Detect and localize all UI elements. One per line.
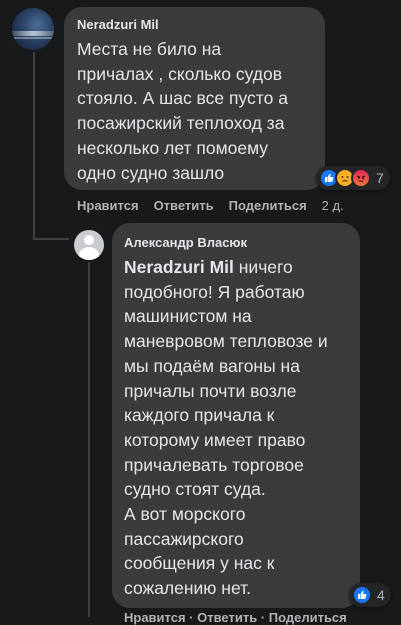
timestamp[interactable]: 2 д. — [322, 198, 344, 213]
thread-line-reply — [88, 262, 90, 617]
like-icon — [352, 585, 372, 605]
reply-actions[interactable]: Нравится · Ответить · Поделиться — [124, 610, 347, 625]
default-avatar-icon — [84, 235, 94, 245]
reaction-count: 4 — [377, 587, 385, 603]
reaction-count: 7 — [376, 170, 384, 186]
like-button[interactable]: Нравится — [77, 198, 139, 213]
comment-text: Места не било на причалах , сколько судо… — [77, 39, 288, 183]
reply-body: ничего подобного! Я работаю машинистом н… — [124, 257, 328, 599]
avatar-image — [12, 31, 54, 36]
reply-button[interactable]: Ответить — [154, 198, 214, 213]
thread-line-vertical — [33, 52, 35, 240]
comment-author[interactable]: Neradzuri Mil — [77, 17, 313, 33]
avatar[interactable] — [74, 230, 104, 260]
reply-text: Neradzuri Mil ничего подобного! Я работа… — [124, 255, 348, 601]
share-button[interactable]: Поделиться — [229, 198, 307, 213]
avatar[interactable] — [12, 8, 54, 50]
reaction-summary[interactable]: 7 — [316, 166, 390, 190]
reply-bubble: Александр Власюк Neradzuri Mil ничего по… — [112, 223, 360, 608]
mention-link[interactable]: Neradzuri Mil — [124, 257, 234, 277]
reply-author[interactable]: Александр Власюк — [124, 235, 348, 251]
angry-icon — [351, 168, 371, 188]
reaction-summary[interactable]: 4 — [349, 583, 391, 607]
thread-line-curve — [33, 238, 69, 240]
comment-actions: Нравится Ответить Поделиться 2 д. — [77, 198, 344, 213]
comment-bubble: Neradzuri Mil Места не било на причалах … — [64, 7, 325, 190]
